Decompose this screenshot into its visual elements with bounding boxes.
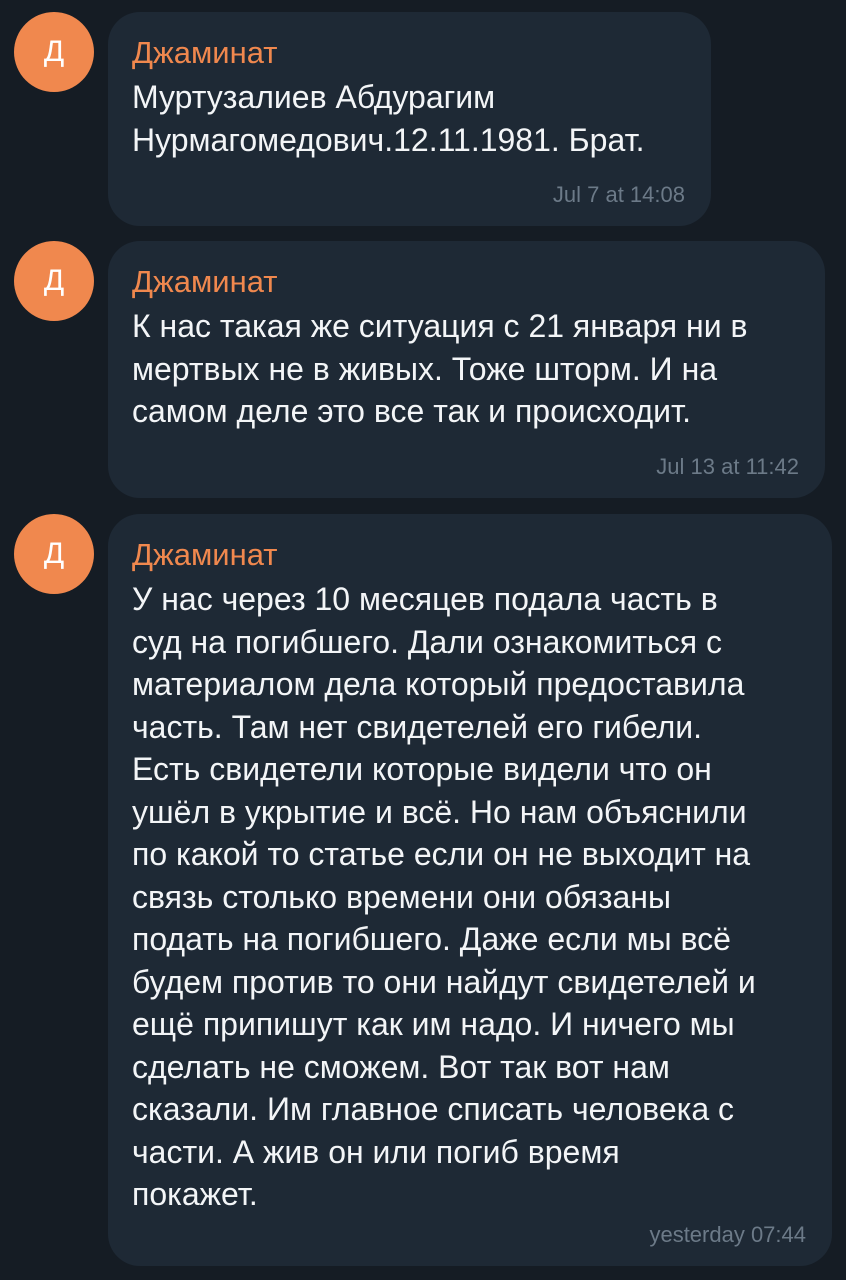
sender-avatar[interactable]: Д — [14, 12, 94, 92]
sender-name[interactable]: Джаминат — [132, 536, 808, 576]
sender-avatar[interactable]: Д — [14, 241, 94, 321]
sender-name[interactable]: Джаминат — [132, 34, 687, 74]
message-text: Муртузалиев Абдурагим Нурмагомедович.12.… — [132, 79, 645, 158]
message-timestamp: Jul 13 at 11:42 — [656, 454, 799, 479]
sender-avatar[interactable]: Д — [14, 514, 94, 594]
message-timestamp: Jul 7 at 14:08 — [552, 182, 685, 207]
message-timestamp: yesterday 07:44 — [649, 1222, 806, 1247]
message-text: К нас такая же ситуация с 21 января ни в… — [132, 308, 748, 429]
sender-name[interactable]: Джаминат — [132, 263, 801, 303]
message-bubble[interactable]: Джаминат К нас такая же ситуация с 21 ян… — [108, 241, 825, 498]
message-text: У нас через 10 месяцев подала часть в су… — [132, 581, 756, 1212]
message-bubble[interactable]: Джаминат У нас через 10 месяцев подала ч… — [108, 514, 832, 1266]
message-bubble[interactable]: Джаминат Муртузалиев Абдурагим Нурмагоме… — [108, 12, 711, 226]
